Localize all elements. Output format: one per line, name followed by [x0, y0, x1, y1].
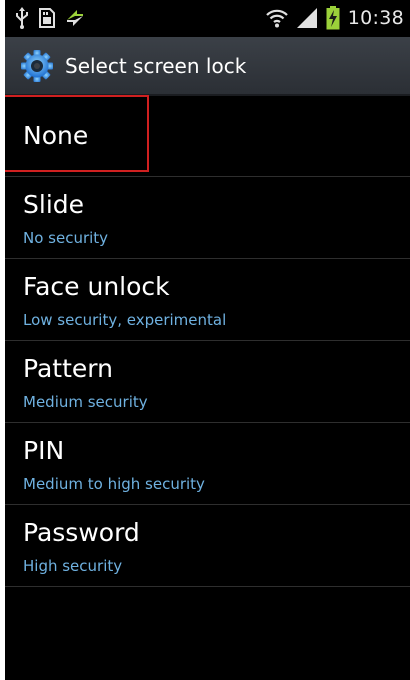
settings-gear-icon: [19, 48, 55, 84]
status-bar-notifications: [15, 6, 85, 30]
option-label: PIN: [23, 436, 65, 465]
option-subtitle: Medium to high security: [23, 475, 205, 493]
option-slide[interactable]: Slide No security: [5, 177, 410, 259]
option-subtitle: High security: [23, 557, 123, 575]
option-label: Pattern: [23, 354, 113, 383]
clock: 10:38: [347, 7, 404, 29]
option-none[interactable]: None: [5, 95, 410, 177]
option-subtitle: Low security, experimental: [23, 311, 227, 329]
status-bar-system: 10:38: [265, 6, 404, 30]
option-pin[interactable]: PIN Medium to high security: [5, 423, 410, 505]
option-label: None: [23, 121, 89, 150]
screen-lock-options: None Slide No security Face unlock Low s…: [5, 95, 410, 587]
wifi-icon: [265, 7, 288, 29]
sd-card-icon: [39, 8, 55, 28]
option-password[interactable]: Password High security: [5, 505, 410, 587]
phone-screen: 10:38 Select screen lock None Slide No s…: [5, 0, 410, 680]
title-bar: Select screen lock: [5, 37, 410, 96]
sync-arrows-icon: [65, 8, 85, 28]
option-pattern[interactable]: Pattern Medium security: [5, 341, 410, 423]
status-bar: 10:38: [5, 0, 410, 37]
option-label: Password: [23, 518, 140, 547]
option-face-unlock[interactable]: Face unlock Low security, experimental: [5, 259, 410, 341]
signal-icon: [296, 7, 318, 29]
option-label: Face unlock: [23, 272, 170, 301]
battery-charging-icon: [326, 6, 340, 30]
page-title: Select screen lock: [65, 53, 247, 78]
option-label: Slide: [23, 190, 85, 219]
usb-icon: [15, 7, 29, 29]
option-subtitle: No security: [23, 229, 109, 247]
option-subtitle: Medium security: [23, 393, 148, 411]
